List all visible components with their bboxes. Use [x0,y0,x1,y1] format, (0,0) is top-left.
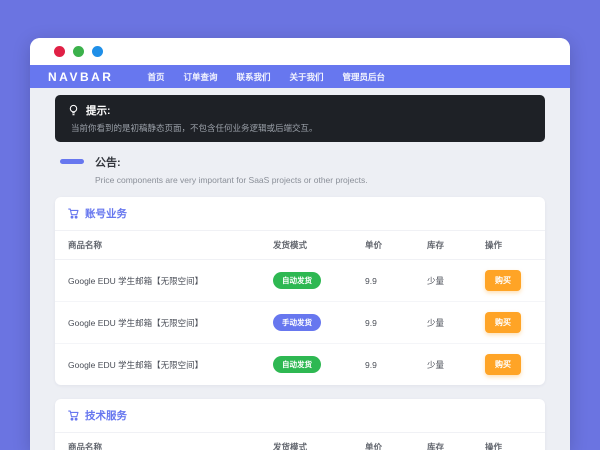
nav-item-home[interactable]: 首页 [147,71,164,83]
alert-body: 当前你看到的是初稿静态页面，不包含任何业务逻辑或后端交互。 [71,122,532,134]
products-table: 商品名称 发货模式 单价 库存 操作 Google EDU 学生邮箱【无限空间】… [55,231,545,385]
stock: 少量 [414,302,472,344]
nav-item-admin-backend[interactable]: 管理员后台 [343,71,386,83]
section-title: 账号业务 [85,206,127,221]
navbar: NAVBAR 首页 订单查询 联系我们 关于我们 管理员后台 [30,65,570,88]
table-header-row: 商品名称 发货模式 单价 库存 操作 [55,433,545,450]
alert-title: 提示: [86,103,111,118]
window-minimize-dot-icon [73,46,84,57]
table-row: Google EDU 学生邮箱【无限空间】 自动发货 9.9 少量 购买 [55,260,545,302]
card-header: 技术服务 [55,399,545,433]
price: 9.9 [352,344,414,386]
browser-window: NAVBAR 首页 订单查询 联系我们 关于我们 管理员后台 提示: 当前你看到… [30,38,570,450]
col-delivery-mode: 发货模式 [260,231,352,260]
cart-icon [68,208,79,219]
col-action: 操作 [472,231,545,260]
stock: 少量 [414,260,472,302]
nav-item-contact-us[interactable]: 联系我们 [236,71,270,83]
delivery-mode-badge: 手动发货 [273,314,321,331]
table-row: Google EDU 学生邮箱【无限空间】 自动发货 9.9 少量 购买 [55,344,545,386]
stock: 少量 [414,344,472,386]
col-stock: 库存 [414,433,472,450]
price: 9.9 [352,260,414,302]
navbar-menu: 首页 订单查询 联系我们 关于我们 管理员后台 [147,71,385,83]
buy-button[interactable]: 购买 [485,354,521,375]
card-account-services: 账号业务 商品名称 发货模式 单价 库存 操作 Google EDU 学生邮箱【… [55,197,545,385]
card-tech-services: 技术服务 商品名称 发货模式 单价 库存 操作 Google EDU 学生邮箱【… [55,399,545,450]
products-table: 商品名称 发货模式 单价 库存 操作 Google EDU 学生邮箱【无限空间】… [55,433,545,450]
dash-icon [60,159,84,164]
col-product-name: 商品名称 [55,231,260,260]
table-row: Google EDU 学生邮箱【无限空间】 手动发货 9.9 少量 购买 [55,302,545,344]
price: 9.9 [352,302,414,344]
buy-button[interactable]: 购买 [485,312,521,333]
delivery-mode-badge: 自动发货 [273,272,321,289]
col-action: 操作 [472,433,545,450]
col-stock: 库存 [414,231,472,260]
table-header-row: 商品名称 发货模式 单价 库存 操作 [55,231,545,260]
hint-alert: 提示: 当前你看到的是初稿静态页面，不包含任何业务逻辑或后端交互。 [55,95,545,142]
col-delivery-mode: 发货模式 [260,433,352,450]
delivery-mode-badge: 自动发货 [273,356,321,373]
announcement-title: 公告: [95,154,368,170]
product-name: Google EDU 学生邮箱【无限空间】 [55,302,260,344]
product-name: Google EDU 学生邮箱【无限空间】 [55,260,260,302]
section-title: 技术服务 [85,408,127,423]
col-unit-price: 单价 [352,231,414,260]
window-maximize-dot-icon [92,46,103,57]
window-close-dot-icon [54,46,65,57]
lightbulb-icon [68,104,79,117]
cart-icon [68,410,79,421]
product-name: Google EDU 学生邮箱【无限空间】 [55,344,260,386]
nav-item-about-us[interactable]: 关于我们 [290,71,324,83]
page-content: 提示: 当前你看到的是初稿静态页面，不包含任何业务逻辑或后端交互。 公告: Pr… [30,88,570,450]
buy-button[interactable]: 购买 [485,270,521,291]
col-unit-price: 单价 [352,433,414,450]
nav-item-order-query[interactable]: 订单查询 [183,71,217,83]
navbar-brand[interactable]: NAVBAR [48,70,113,84]
col-product-name: 商品名称 [55,433,260,450]
announcement-body: Price components are very important for … [95,175,368,185]
window-titlebar [30,38,570,65]
announcement-section: 公告: Price components are very important … [60,154,543,185]
card-header: 账号业务 [55,197,545,231]
